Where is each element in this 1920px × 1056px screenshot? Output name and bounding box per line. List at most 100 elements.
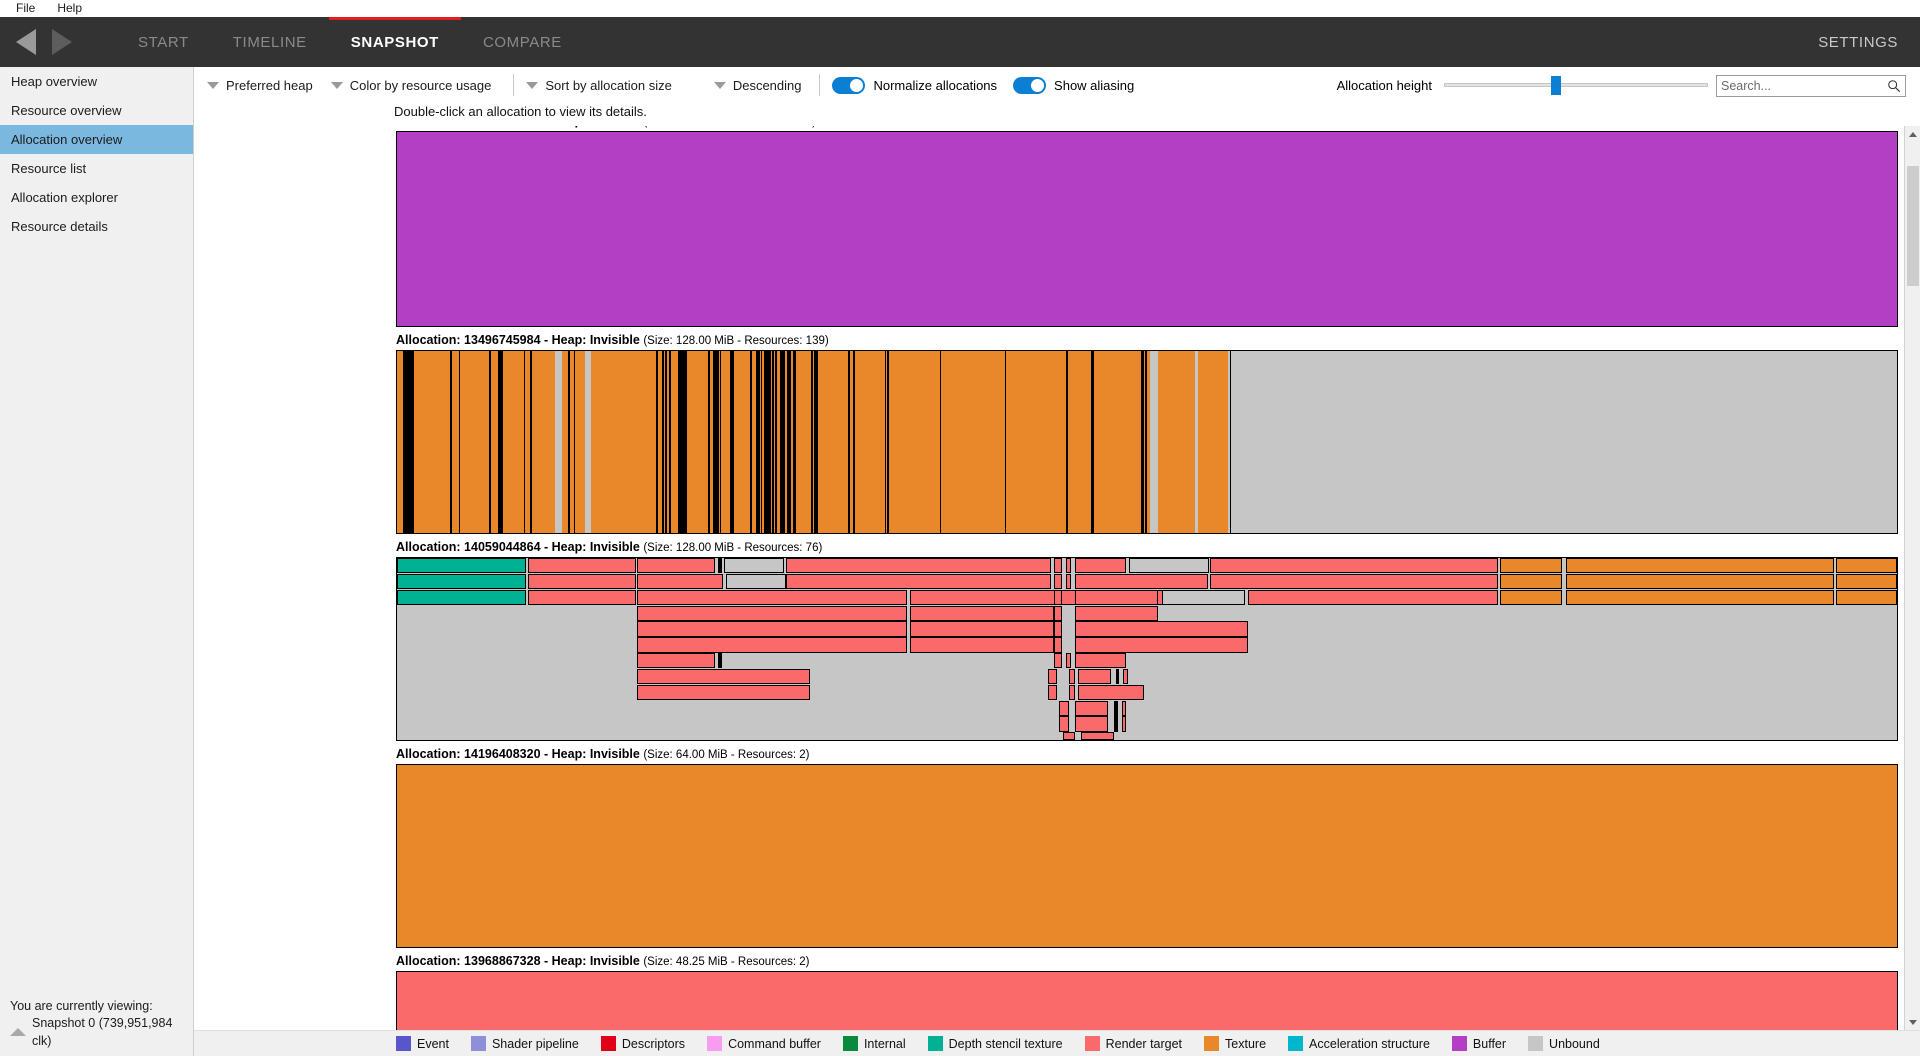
allocation-segment[interactable]	[775, 351, 777, 533]
allocation-bar[interactable]	[396, 350, 1898, 534]
allocation-segment[interactable]	[769, 351, 771, 533]
allocation-segment[interactable]	[1248, 590, 1499, 605]
allocation-segment[interactable]	[459, 351, 461, 533]
allocation-segment[interactable]	[669, 351, 671, 533]
allocation-segment[interactable]	[1116, 669, 1120, 684]
allocation-segment[interactable]	[530, 351, 532, 533]
allocation-segment[interactable]	[1145, 351, 1147, 533]
allocation-segment[interactable]	[1075, 574, 1208, 589]
sidebar-item-heap-overview[interactable]: Heap overview	[0, 67, 193, 96]
allocation-segment[interactable]	[1075, 558, 1126, 573]
allocation-segment[interactable]	[1069, 685, 1075, 700]
allocation-segment[interactable]	[1066, 653, 1071, 668]
tab-start[interactable]: START	[116, 17, 211, 67]
allocation-segment[interactable]	[783, 351, 785, 533]
allocation-segment[interactable]	[568, 351, 570, 533]
allocation-segment[interactable]	[1500, 558, 1563, 573]
allocation-segment[interactable]	[720, 351, 722, 533]
allocation-segment[interactable]	[1054, 653, 1062, 668]
scroll-down-button[interactable]	[1905, 1014, 1920, 1030]
dropdown-preferred-heap[interactable]: Preferred heap	[207, 78, 323, 93]
allocation-segment[interactable]	[887, 351, 889, 533]
allocation-segment[interactable]	[715, 351, 717, 533]
sidebar-item-resource-list[interactable]: Resource list	[0, 154, 193, 183]
allocation-segment[interactable]	[397, 558, 526, 573]
allocation-segment[interactable]	[1566, 558, 1835, 573]
sidebar-item-allocation-explorer[interactable]: Allocation explorer	[0, 183, 193, 212]
allocation-segment[interactable]	[1075, 716, 1108, 731]
toggle-switch[interactable]	[1013, 77, 1046, 94]
allocation-segment[interactable]	[1081, 732, 1114, 740]
allocation-segment[interactable]	[1092, 351, 1094, 533]
allocation-segment[interactable]	[585, 351, 590, 533]
tab-snapshot[interactable]: SNAPSHOT	[329, 17, 461, 67]
sidebar-item-resource-overview[interactable]: Resource overview	[0, 96, 193, 125]
allocation-segment[interactable]	[761, 351, 763, 533]
arrow-left-icon[interactable]	[16, 29, 36, 55]
allocation-segment[interactable]	[766, 351, 768, 533]
allocation-segment[interactable]	[1063, 732, 1075, 740]
allocation-bar[interactable]	[396, 971, 1898, 1030]
allocation-segment[interactable]	[1075, 606, 1158, 621]
allocation-segment[interactable]	[1075, 653, 1126, 668]
allocation-segment[interactable]	[786, 574, 1052, 589]
allocation-segment[interactable]	[637, 574, 723, 589]
allocation-segment[interactable]	[574, 351, 576, 533]
dropdown-color-by[interactable]: Color by resource usage	[331, 78, 502, 93]
allocation-segment[interactable]	[528, 590, 636, 605]
allocation-segment[interactable]	[1122, 701, 1127, 716]
allocation-segment[interactable]	[1162, 590, 1245, 605]
allocation-segment[interactable]	[1059, 716, 1070, 731]
search-box[interactable]	[1716, 75, 1906, 97]
allocation-segment[interactable]	[397, 574, 526, 589]
allocation-height-slider[interactable]	[1444, 76, 1708, 94]
allocation-segment[interactable]	[665, 351, 667, 533]
allocation-bar[interactable]	[396, 131, 1898, 327]
allocation-segment[interactable]	[1210, 574, 1498, 589]
allocation-segment[interactable]	[772, 351, 774, 533]
allocation-segment[interactable]	[1075, 621, 1248, 636]
allocation-segment[interactable]	[940, 351, 942, 533]
allocation-segment[interactable]	[848, 351, 850, 533]
toggle-show-aliasing[interactable]: Show aliasing	[1013, 77, 1134, 94]
allocation-segment[interactable]	[1500, 574, 1563, 589]
vertical-scrollbar[interactable]	[1904, 126, 1920, 1030]
allocation-segment[interactable]	[1054, 558, 1062, 573]
allocation-bar[interactable]	[396, 764, 1898, 948]
allocation-segment[interactable]	[637, 669, 810, 684]
allocation-segment[interactable]	[499, 351, 501, 533]
allocation-segment[interactable]	[758, 351, 760, 533]
scroll-up-button[interactable]	[1905, 126, 1920, 142]
allocation-segment[interactable]	[637, 606, 907, 621]
allocation-segment[interactable]	[637, 637, 907, 652]
allocation-segment[interactable]	[1129, 558, 1209, 573]
allocation-segment[interactable]	[793, 351, 795, 533]
allocation-segment[interactable]	[730, 351, 732, 533]
allocation-segment[interactable]	[1210, 558, 1498, 573]
allocation-segment[interactable]	[718, 558, 722, 573]
allocation-segment[interactable]	[750, 351, 752, 533]
allocation-segment[interactable]	[1114, 701, 1118, 716]
allocation-segment[interactable]	[1078, 685, 1144, 700]
scrollbar-thumb[interactable]	[1907, 166, 1919, 286]
allocation-segment[interactable]	[685, 351, 687, 533]
allocation-segment[interactable]	[1566, 574, 1835, 589]
allocation-segment[interactable]	[397, 765, 1897, 947]
allocation-segment[interactable]	[885, 351, 887, 533]
allocation-segment[interactable]	[1150, 351, 1158, 533]
slider-handle[interactable]	[1551, 76, 1561, 95]
allocation-segment[interactable]	[1054, 574, 1062, 589]
allocation-segment[interactable]	[1078, 669, 1111, 684]
allocation-segment[interactable]	[786, 558, 1052, 573]
allocation-segment[interactable]	[397, 132, 1897, 326]
tab-compare[interactable]: COMPARE	[461, 17, 584, 67]
allocation-segment[interactable]	[1500, 590, 1563, 605]
allocation-segment[interactable]	[682, 351, 684, 533]
allocation-segment[interactable]	[397, 972, 1897, 1030]
allocation-segment[interactable]	[450, 351, 452, 533]
allocation-segment[interactable]	[1142, 351, 1144, 533]
allocation-segment[interactable]	[788, 351, 790, 533]
allocation-segment[interactable]	[1066, 558, 1071, 573]
allocation-segment[interactable]	[528, 574, 636, 589]
allocation-segment[interactable]	[724, 558, 784, 573]
